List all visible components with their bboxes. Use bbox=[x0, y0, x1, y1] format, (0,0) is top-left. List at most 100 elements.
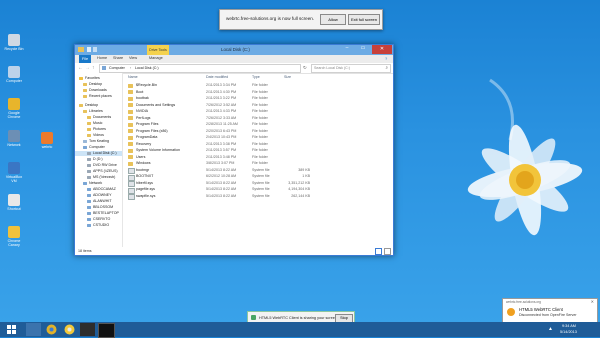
file-explorer-taskbar-icon[interactable] bbox=[26, 323, 41, 336]
file-row[interactable]: ProgramData 2/4/2013 10:43 PM File folder bbox=[124, 135, 393, 141]
up-icon[interactable]: ↑ bbox=[92, 65, 95, 71]
nav-item-adowney[interactable]: ADOWNEY bbox=[75, 193, 122, 198]
file-row[interactable]: NVIDIA 2/11/2013 4:33 PM File folder bbox=[124, 109, 393, 115]
nav-item-bestelaptop[interactable]: BESTELAPTOP bbox=[75, 211, 122, 216]
exit-fullscreen-button[interactable]: Exit full screen bbox=[348, 14, 380, 25]
start-button[interactable] bbox=[3, 324, 19, 335]
file-row[interactable]: bootmgr 5/14/2013 8:22 AM System file 389 K… bbox=[124, 168, 393, 174]
file-name: hiberfil.sys bbox=[136, 180, 153, 185]
nav-item-documents[interactable]: Documents bbox=[75, 115, 122, 120]
file-row[interactable]: bootbak 2/11/2013 3:22 PM File folder bbox=[124, 96, 393, 102]
desktop-icon-shortcut[interactable]: Shortcut bbox=[3, 194, 25, 211]
ribbon-tab-view[interactable]: View bbox=[129, 56, 137, 60]
desktop-shortcut-icon bbox=[8, 98, 20, 110]
file-row[interactable]: Recovery 2/11/2013 3:38 PM File folder bbox=[124, 142, 393, 148]
close-button[interactable]: ✕ bbox=[372, 45, 392, 54]
folder-icon bbox=[128, 90, 133, 94]
details-view-icon[interactable] bbox=[375, 248, 382, 255]
nav-item-desktop[interactable]: Desktop bbox=[75, 82, 122, 87]
nav-item-cservto[interactable]: CSERVTO bbox=[75, 217, 122, 222]
drive-tools-tab[interactable]: Drive Tools bbox=[147, 45, 169, 55]
nav-item-cstudio[interactable]: CSTUDIO bbox=[75, 223, 122, 228]
chrome-taskbar-icon[interactable] bbox=[44, 323, 59, 336]
nav-item-bblossom[interactable]: BBLOSSOM bbox=[75, 205, 122, 210]
file-row[interactable]: PerfLogs 7/26/2012 3:33 AM File folder bbox=[124, 116, 393, 122]
nav-item-downloads[interactable]: Downloads bbox=[75, 88, 122, 93]
file-row[interactable]: Windows 3/8/2013 3:07 PM File folder bbox=[124, 161, 393, 167]
ribbon-tab-file[interactable]: File bbox=[79, 55, 92, 63]
help-icon[interactable]: ? bbox=[385, 56, 387, 61]
ribbon-tab-home[interactable]: Home bbox=[97, 56, 107, 60]
search-input[interactable]: Search Local Disk (C:) ⌕ bbox=[311, 64, 391, 73]
desktop-shortcut-icon bbox=[41, 132, 53, 144]
network-icon[interactable]: ▲ bbox=[548, 326, 553, 332]
file-row[interactable]: Program Files (x86) 2/20/2013 6:43 PM File… bbox=[124, 129, 393, 135]
file-type: File folder bbox=[252, 102, 268, 107]
nav-item-d-d-[interactable]: D (D:) bbox=[75, 157, 122, 162]
file-row[interactable]: $Recycle.Bin 2/11/2013 3:34 PM File folder bbox=[124, 83, 393, 89]
column-header-type[interactable]: Type bbox=[252, 75, 260, 79]
nav-item-tom-keating[interactable]: Tom Keating bbox=[75, 139, 122, 144]
allow-button[interactable]: Allow bbox=[320, 14, 346, 25]
command-prompt-taskbar-icon[interactable] bbox=[80, 323, 95, 336]
clock-date[interactable]: 5/14/2013 bbox=[560, 330, 577, 334]
back-icon[interactable]: ← bbox=[78, 65, 83, 71]
desktop-icon-webrtc[interactable]: webrtc bbox=[36, 132, 58, 149]
ribbon-tab-share[interactable]: Share bbox=[113, 56, 123, 60]
column-header-date[interactable]: Date modified bbox=[206, 75, 228, 79]
refresh-icon[interactable]: ↻ bbox=[303, 65, 307, 71]
file-row[interactable]: swapfile.sys 5/14/2013 8:22 AM System file… bbox=[124, 194, 393, 200]
nav-item-libraries[interactable]: Libraries bbox=[75, 109, 122, 114]
desktop-icon-network[interactable]: Network bbox=[3, 130, 25, 147]
file-row[interactable]: hiberfil.sys 5/14/2013 8:22 AM System file… bbox=[124, 181, 393, 187]
file-row[interactable]: BOOTNXT 6/2/2012 10:28 AM System file 1 KB bbox=[124, 174, 393, 181]
file-row[interactable]: Program Files 2/28/2013 11:25 AM File fold… bbox=[124, 122, 393, 128]
nav-item-ms-trecsvb-[interactable]: MS (\\trecsvb) bbox=[75, 175, 122, 180]
file-row[interactable]: Users 2/11/2013 3:48 PM File folder bbox=[124, 155, 393, 161]
column-header-name[interactable]: Name bbox=[128, 75, 138, 79]
navigation-pane[interactable]: Favorites Desktop Downloads Recent places De… bbox=[75, 73, 123, 247]
forward-icon[interactable]: → bbox=[85, 65, 90, 71]
desktop-icon-virtualbox-vm[interactable]: VirtualBox VM bbox=[3, 162, 25, 183]
nav-item-alanwhit[interactable]: ALANWHIT bbox=[75, 199, 122, 204]
nav-item-desktop[interactable]: Desktop bbox=[75, 103, 122, 108]
breadcrumb-local-disk[interactable]: Local Disk (C:) bbox=[135, 66, 159, 70]
file-type: File folder bbox=[252, 96, 268, 100]
clock-time[interactable]: 9:34 AM bbox=[562, 324, 576, 328]
desktop-icon-computer[interactable]: Computer bbox=[3, 66, 25, 83]
file-row[interactable]: Boot 2/11/2013 4:30 PM File folder bbox=[124, 90, 393, 96]
chrome-canary-taskbar-icon[interactable] bbox=[62, 323, 77, 336]
column-header-size[interactable]: Size bbox=[284, 75, 291, 79]
address-bar[interactable]: Computer › Local Disk (C:) bbox=[99, 64, 301, 73]
notification-toast[interactable]: webrtc.free-solutions.org ✕ HTML5 WebRTC… bbox=[502, 298, 598, 324]
nav-item-aboccamaz[interactable]: ABOCCAMAZ bbox=[75, 187, 122, 192]
file-row[interactable]: System Volume Information 2/11/2013 3:57 … bbox=[124, 148, 393, 154]
file-row[interactable]: pagefile.sys 5/14/2013 8:22 AM System file… bbox=[124, 187, 393, 194]
nav-item-favorites[interactable]: Favorites bbox=[75, 76, 122, 81]
toast-close-icon[interactable]: ✕ bbox=[591, 299, 594, 304]
nav-item-apps-zeus-[interactable]: APPS (\\ZEUS) bbox=[75, 169, 122, 174]
ribbon-tab-manage[interactable]: Manage bbox=[149, 56, 163, 60]
terminal-taskbar-icon[interactable] bbox=[98, 323, 115, 338]
nav-item-videos[interactable]: Videos bbox=[75, 133, 122, 138]
desktop-shortcut-icon bbox=[8, 34, 20, 46]
large-icons-view-icon[interactable] bbox=[384, 248, 391, 255]
breadcrumb-computer[interactable]: Computer bbox=[109, 66, 125, 70]
desktop-icon-recycle-bin[interactable]: Recycle Bin bbox=[3, 34, 25, 51]
file-row[interactable]: Documents and Settings 7/26/2012 3:52 AM F… bbox=[124, 103, 393, 109]
maximize-button[interactable]: ▭ bbox=[355, 45, 371, 53]
nav-item-pictures[interactable]: Pictures bbox=[75, 127, 122, 132]
minimize-button[interactable]: ‒ bbox=[339, 45, 355, 53]
pc-icon bbox=[87, 205, 91, 210]
nav-item-music[interactable]: Music bbox=[75, 121, 122, 126]
nav-item-recent-places[interactable]: Recent places bbox=[75, 94, 122, 99]
nav-item-local-disk-c-[interactable]: Local Disk (C:) bbox=[75, 151, 122, 156]
nav-item-dvd-rw-drive[interactable]: DVD RW Drive bbox=[75, 163, 122, 168]
nav-item-computer[interactable]: Computer bbox=[75, 145, 122, 150]
desktop-icon-google-chrome[interactable]: Google Chrome bbox=[3, 98, 25, 119]
properties-icon[interactable] bbox=[93, 47, 97, 52]
user-icon bbox=[83, 139, 87, 144]
desktop-icon-chrome-canary[interactable]: Chrome Canary bbox=[3, 226, 25, 247]
nav-item-network[interactable]: Network bbox=[75, 181, 122, 186]
save-icon[interactable] bbox=[87, 47, 91, 52]
